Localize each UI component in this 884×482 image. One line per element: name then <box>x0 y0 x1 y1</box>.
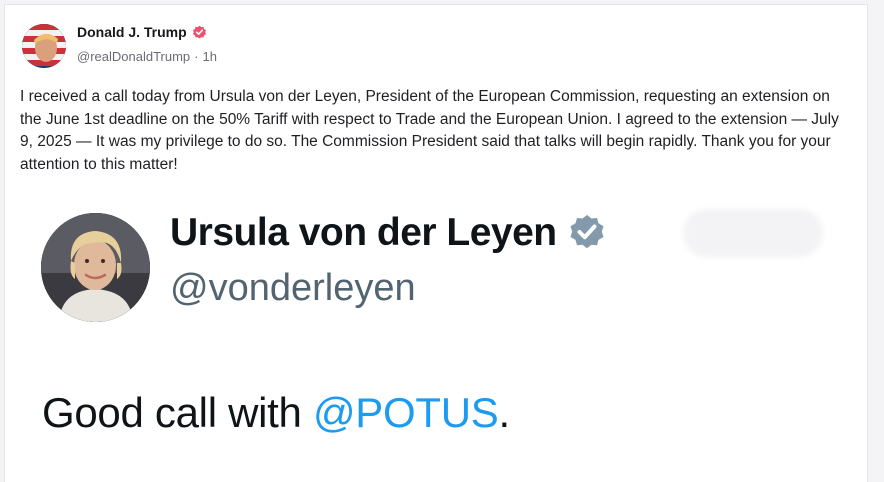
author-handle[interactable]: @realDonaldTrump <box>77 49 190 64</box>
meta-separator: · <box>194 49 199 64</box>
verified-badge-icon <box>192 25 207 40</box>
embedded-image[interactable]: Ursula von der Leyen @vonderleyen Good c… <box>20 189 867 482</box>
post-card: Donald J. Trump @realDonaldTrump · 1h I … <box>4 4 868 482</box>
author-avatar[interactable] <box>22 24 66 68</box>
post-time[interactable]: 1h <box>203 49 217 64</box>
embedded-name: Ursula von der Leyen <box>170 211 557 254</box>
verified-check-icon <box>567 213 607 253</box>
embedded-mention: @POTUS <box>312 389 499 436</box>
embedded-avatar <box>41 213 150 322</box>
embedded-name-row: Ursula von der Leyen <box>170 211 607 255</box>
embedded-tweet-prefix: Good call with <box>42 389 313 436</box>
embedded-tweet-suffix: . <box>498 389 511 436</box>
author-name-row[interactable]: Donald J. Trump <box>77 24 207 40</box>
post-text: I received a call today from Ursula von … <box>20 88 839 173</box>
embedded-handle: @vonderleyen <box>170 267 416 309</box>
blurred-follow-button <box>683 209 823 257</box>
post-meta: @realDonaldTrump · 1h <box>77 49 217 64</box>
embedded-tweet-text: Good call with @POTUS. <box>42 389 510 437</box>
author-name[interactable]: Donald J. Trump <box>77 24 187 40</box>
